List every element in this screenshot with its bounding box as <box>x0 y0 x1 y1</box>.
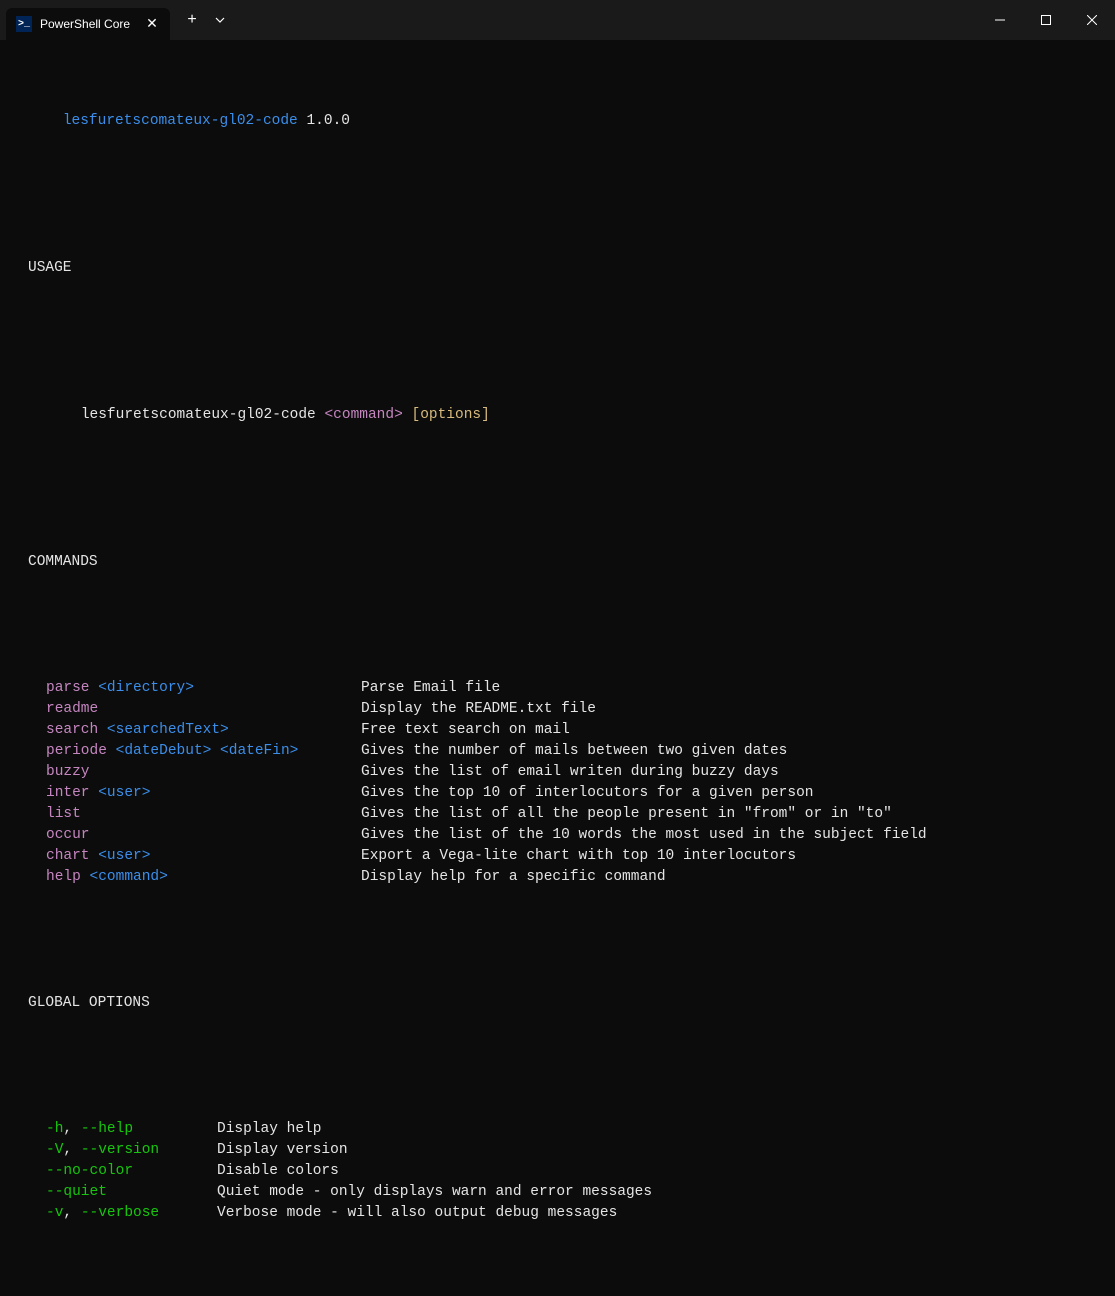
new-tab-button[interactable]: + <box>178 6 206 34</box>
option-desc: Disable colors <box>217 1161 1105 1182</box>
command-row: readme Display the README.txt file <box>10 699 1105 720</box>
option-short: -V <box>46 1142 63 1158</box>
command-row: help <command> Display help for a specifi… <box>10 867 1105 888</box>
option-short: -h <box>46 1121 63 1137</box>
command-desc: Gives the top 10 of interlocutors for a … <box>361 783 1105 804</box>
maximize-button[interactable] <box>1023 4 1069 36</box>
option-row: --no-color Disable colors <box>10 1161 1105 1182</box>
option-desc: Quiet mode - only displays warn and erro… <box>217 1182 1105 1203</box>
command-desc: Free text search on mail <box>361 720 1105 741</box>
command-row: parse <directory> Parse Email file <box>10 678 1105 699</box>
command-row: inter <user> Gives the top 10 of interloc… <box>10 783 1105 804</box>
command-row: chart <user> Export a Vega-lite chart wit… <box>10 846 1105 867</box>
option-row: -h, --helpDisplay help <box>10 1119 1105 1140</box>
option-row: --quiet Quiet mode - only displays warn a… <box>10 1182 1105 1203</box>
usage-arg: <command> <box>324 407 402 423</box>
section-commands: COMMANDS <box>10 552 1105 573</box>
section-usage: USAGE <box>10 258 1105 279</box>
command-desc: Gives the number of mails between two gi… <box>361 741 1105 762</box>
command-arg: <user> <box>98 848 150 864</box>
command-desc: Export a Vega-lite chart with top 10 int… <box>361 846 1105 867</box>
command-arg: <directory> <box>98 680 194 696</box>
command-desc: Display help for a specific command <box>361 867 1105 888</box>
command-name: occur <box>46 827 90 843</box>
option-long: --verbose <box>81 1205 159 1221</box>
command-desc: Gives the list of all the people present… <box>361 804 1105 825</box>
option-desc: Verbose mode - will also output debug me… <box>217 1203 1105 1224</box>
command-arg: <user> <box>98 785 150 801</box>
cli-name: lesfuretscomateux-gl02-code <box>63 113 298 129</box>
command-desc: Parse Email file <box>361 678 1105 699</box>
cli-version: 1.0.0 <box>306 113 350 129</box>
command-name: periode <box>46 743 107 759</box>
command-desc: Display the README.txt file <box>361 699 1105 720</box>
command-name: inter <box>46 785 90 801</box>
command-desc: Gives the list of the 10 words the most … <box>361 825 1105 846</box>
command-arg: <searchedText> <box>107 722 229 738</box>
option-row: -V, --versionDisplay version <box>10 1140 1105 1161</box>
command-name: help <box>46 869 81 885</box>
command-desc: Gives the list of email writen during bu… <box>361 762 1105 783</box>
option-long: --no-color <box>46 1163 133 1179</box>
command-row: buzzy Gives the list of email writen duri… <box>10 762 1105 783</box>
tabs-area: >_ PowerShell Core ✕ + <box>0 0 234 40</box>
option-short: -v <box>46 1205 63 1221</box>
command-name: buzzy <box>46 764 90 780</box>
command-row: occur Gives the list of the 10 words the … <box>10 825 1105 846</box>
window-titlebar: >_ PowerShell Core ✕ + <box>0 0 1115 40</box>
minimize-button[interactable] <box>977 4 1023 36</box>
tab-powershell[interactable]: >_ PowerShell Core ✕ <box>6 8 170 40</box>
command-name: chart <box>46 848 90 864</box>
usage-cmd: lesfuretscomateux-gl02-code <box>81 407 316 423</box>
usage-opt: [options] <box>412 407 490 423</box>
terminal-content[interactable]: lesfuretscomateux-gl02-code 1.0.0 USAGE … <box>0 40 1115 1296</box>
section-global-options: GLOBAL OPTIONS <box>10 993 1105 1014</box>
option-long: --version <box>81 1142 159 1158</box>
option-desc: Display version <box>217 1140 1105 1161</box>
command-row: search <searchedText> Free text search on… <box>10 720 1105 741</box>
option-long: --help <box>81 1121 133 1137</box>
option-desc: Display help <box>217 1119 1105 1140</box>
close-window-button[interactable] <box>1069 4 1115 36</box>
powershell-icon: >_ <box>16 16 32 32</box>
command-name: search <box>46 722 98 738</box>
command-name: list <box>46 806 81 822</box>
window-controls <box>977 4 1115 36</box>
command-row: periode <dateDebut> <dateFin> Gives the n… <box>10 741 1105 762</box>
close-tab-button[interactable]: ✕ <box>144 16 160 32</box>
tab-dropdown-button[interactable] <box>206 6 234 34</box>
command-name: readme <box>46 701 98 717</box>
command-row: list Gives the list of all the people pre… <box>10 804 1105 825</box>
command-name: parse <box>46 680 90 696</box>
option-long: --quiet <box>46 1184 107 1200</box>
option-row: -v, --verboseVerbose mode - will also ou… <box>10 1203 1105 1224</box>
command-arg: <command> <box>90 869 168 885</box>
tab-title: PowerShell Core <box>40 17 130 31</box>
command-arg: <dateDebut> <dateFin> <box>116 743 299 759</box>
